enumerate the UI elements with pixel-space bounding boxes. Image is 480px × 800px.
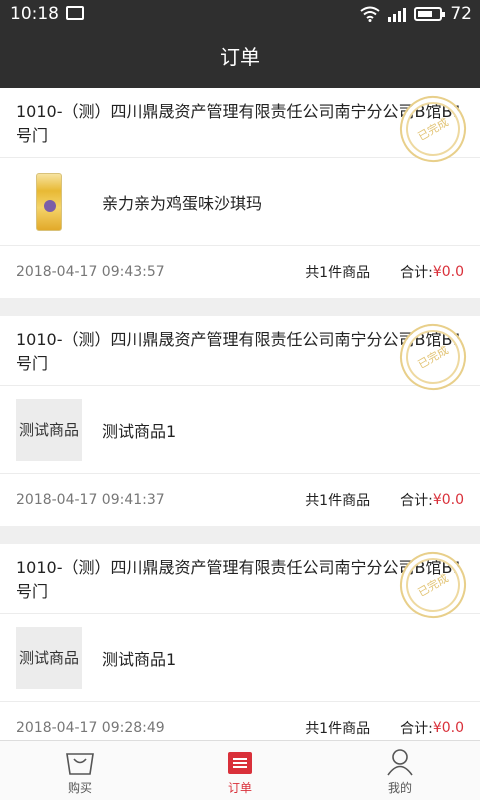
status-bar: 10:18 72 (0, 0, 480, 28)
order-item[interactable]: 测试商品 测试商品1 (0, 614, 480, 702)
tab-buy[interactable]: 购买 (0, 741, 160, 800)
total-amount: ¥0.0 (432, 720, 464, 736)
item-count: 共1件商品 (305, 721, 371, 737)
status-time: 10:18 (10, 4, 59, 24)
order-summary: 2018-04-17 09:28:49 共1件商品 合计: ¥0.0 (0, 702, 480, 740)
bottom-tab-bar: 购买 订单 我的 (0, 740, 480, 800)
tab-label: 我的 (387, 781, 412, 795)
signal-icon (388, 6, 407, 22)
image-notification-icon (66, 6, 84, 20)
product-thumbnail: 测试商品 (16, 398, 82, 461)
product-name: 亲力亲为鸡蛋味沙琪玛 (102, 193, 263, 213)
tab-label: 订单 (227, 781, 252, 795)
item-count: 共1件商品 (305, 265, 371, 281)
product-name: 测试商品1 (102, 649, 177, 669)
product-thumbnail: 测试商品 (16, 626, 82, 689)
total-amount: ¥0.0 (432, 492, 464, 508)
order-card[interactable]: 1010-（测）四川鼎晟资产管理有限责任公司南宁分公司B馆B1号门 已完成 测试… (0, 311, 480, 526)
product-name: 测试商品1 (102, 421, 177, 441)
tab-label: 购买 (67, 781, 92, 795)
tab-mine[interactable]: 我的 (320, 741, 480, 800)
order-date: 2018-04-17 09:28:49 (16, 720, 165, 736)
order-date: 2018-04-17 09:43:57 (16, 264, 165, 280)
page-title: 订单 (0, 28, 480, 88)
order-card[interactable]: 1010-（测）四川鼎晟资产管理有限责任公司南宁分公司B馆B1号门 已完成 亲力… (0, 88, 480, 298)
order-list[interactable]: 1010-（测）四川鼎晟资产管理有限责任公司南宁分公司B馆B1号门 已完成 亲力… (0, 88, 480, 740)
order-item[interactable]: 亲力亲为鸡蛋味沙琪玛 (0, 158, 480, 246)
product-thumbnail (16, 170, 82, 233)
total-label: 合计: (400, 265, 433, 281)
battery-icon (414, 7, 446, 21)
order-item[interactable]: 测试商品 测试商品1 (0, 386, 480, 474)
total-label: 合计: (400, 721, 433, 737)
battery-level: 72 (450, 4, 472, 24)
snack-package-image (36, 172, 62, 231)
total-label: 合计: (400, 493, 433, 509)
order-summary: 2018-04-17 09:43:57 共1件商品 合计: ¥0.0 (0, 246, 480, 298)
shopping-bag-icon (66, 753, 94, 775)
order-card[interactable]: 1010-（测）四川鼎晟资产管理有限责任公司南宁分公司B馆B1号门 已完成 测试… (0, 539, 480, 740)
item-count: 共1件商品 (305, 493, 371, 509)
order-list-icon (228, 752, 252, 774)
total-amount: ¥0.0 (432, 264, 464, 280)
order-date: 2018-04-17 09:41:37 (16, 492, 165, 508)
wifi-icon (360, 6, 380, 22)
tab-orders[interactable]: 订单 (160, 741, 320, 800)
order-summary: 2018-04-17 09:41:37 共1件商品 合计: ¥0.0 (0, 474, 480, 526)
user-icon (387, 749, 413, 776)
